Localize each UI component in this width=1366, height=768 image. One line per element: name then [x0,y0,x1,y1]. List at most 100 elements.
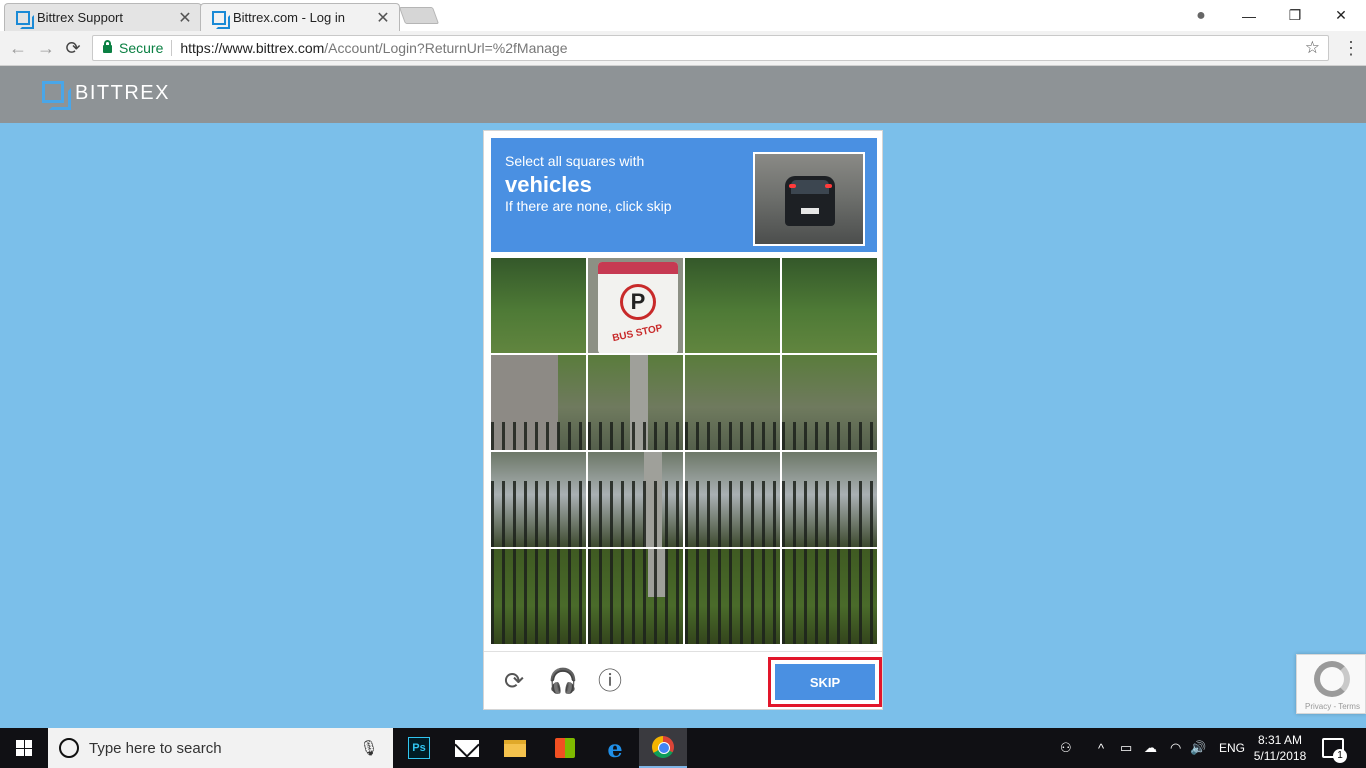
start-button[interactable] [0,728,48,768]
captcha-footer: ⟳ 🎧 ⓘ SKIP [484,651,882,709]
profile-icon[interactable]: ● [1178,0,1224,31]
recaptcha-badge[interactable]: Privacy - Terms [1296,654,1366,714]
captcha-tile-r3c2[interactable] [588,452,683,547]
people-icon[interactable]: ⚇ [1060,728,1072,768]
bittrex-favicon-icon [15,10,34,29]
fence [588,549,683,644]
sample-vehicle-image [753,152,865,246]
secure-label: Secure [119,40,164,56]
captcha-tile-r1c3[interactable] [685,258,780,353]
cortana-icon [59,738,79,758]
clock[interactable]: 8:31 AM 5/11/2018 [1248,732,1312,764]
reload-icon[interactable]: ⟳ [62,37,84,59]
photoshop-app[interactable]: Ps [395,728,443,768]
captcha-tile-r4c4[interactable] [782,549,877,644]
tab-bittrex-login[interactable]: Bittrex.com - Log in ✕ [200,3,400,31]
skip-button[interactable]: SKIP [775,664,875,700]
taskbar-search[interactable]: Type here to search 🎙 [48,728,393,768]
recaptcha-links[interactable]: Privacy - Terms [1305,702,1360,711]
captcha-hint: If there are none, click skip [505,198,672,214]
windows-logo-icon [16,740,32,756]
battery-icon[interactable]: ▭ [1120,728,1132,768]
captcha-tile-r1c4[interactable] [782,258,877,353]
store-icon [555,738,575,758]
captcha-tile-r4c1[interactable] [491,549,586,644]
captcha-tile-r2c3[interactable] [685,355,780,450]
captcha-tile-r2c1[interactable] [491,355,586,450]
microphone-icon[interactable]: 🎙 [357,739,381,757]
captcha-tile-r3c4[interactable] [782,452,877,547]
captcha-tile-r1c2[interactable]: P BUS STOP [588,258,683,353]
search-placeholder: Type here to search [89,739,222,757]
restore-button[interactable]: ❐ [1272,0,1318,31]
fence [588,421,683,450]
address-bar[interactable]: Secure https://www.bittrex.com/Account/L… [92,35,1329,61]
tab-bittrex-support[interactable]: Bittrex Support ✕ [4,3,202,31]
captcha-tile-r4c2[interactable] [588,549,683,644]
captcha-tile-r4c3[interactable] [685,549,780,644]
fence [685,480,780,547]
tray-chevron-icon[interactable]: ^ [1098,728,1104,768]
captcha-tile-r1c1[interactable] [491,258,586,353]
car-taillight [825,184,832,188]
forward-icon[interactable]: → [35,37,57,59]
tab-title: Bittrex.com - Log in [233,10,345,25]
bookmark-star-icon[interactable]: ☆ [1305,38,1320,58]
url-host: https://www.bittrex.com [180,40,325,56]
file-explorer-app[interactable] [491,728,539,768]
mail-icon [455,739,479,757]
edge-app[interactable]: e [591,728,639,768]
mail-app[interactable] [443,728,491,768]
chrome-app[interactable] [639,728,687,768]
logo-text: BITTREX [75,82,170,104]
folder-icon [504,739,526,757]
bittrex-logo[interactable]: BITTREX [42,81,170,110]
captcha-image-grid: P BUS STOP [491,258,877,644]
fence [782,480,877,547]
captcha-tile-r2c2[interactable] [588,355,683,450]
info-icon[interactable]: ⓘ [596,668,624,696]
recaptcha-logo-icon [1314,661,1350,697]
tab-title: Bittrex Support [37,10,123,25]
fence [685,421,780,450]
back-icon[interactable]: ← [7,37,29,59]
sign-header [598,262,678,274]
close-tab-icon[interactable]: ✕ [375,8,391,28]
photoshop-icon: Ps [408,737,430,759]
browser-toolbar: ← → ⟳ Secure https://www.bittrex.com/Acc… [0,31,1366,66]
captcha-header: Select all squares with vehicles If ther… [491,138,877,252]
lock-icon [103,40,112,53]
sign-text: BUS STOP [611,322,664,345]
fence [491,549,586,644]
audio-challenge-icon[interactable]: 🎧 [548,668,578,696]
url-path: /Account/Login?ReturnUrl=%2fManage [324,40,568,56]
onedrive-icon[interactable]: ☁ [1144,728,1157,768]
close-window-button[interactable]: ✕ [1318,0,1364,31]
taskbar: Type here to search 🎙 Ps e ⚇ ^ ▭ ☁ ◠ 🔊 E… [0,728,1366,768]
captcha-tile-r3c1[interactable] [491,452,586,547]
close-tab-icon[interactable]: ✕ [177,8,193,28]
captcha-instruction: Select all squares with [505,153,645,169]
captcha-tile-r2c4[interactable] [782,355,877,450]
captcha-tile-r3c3[interactable] [685,452,780,547]
fence [782,421,877,450]
skip-highlight: SKIP [768,657,882,707]
new-tab-button[interactable] [398,7,440,24]
language-indicator[interactable]: ENG [1219,728,1245,768]
volume-icon[interactable]: 🔊 [1190,728,1206,768]
edge-icon: e [607,733,623,763]
notification-badge: 1 [1333,749,1347,763]
browser-menu-icon[interactable]: ⋮ [1342,37,1360,59]
fence [491,421,586,450]
car-plate [801,208,819,214]
captcha-challenge: Select all squares with vehicles If ther… [483,130,883,710]
clock-date: 5/11/2018 [1253,749,1307,763]
store-app[interactable] [541,728,589,768]
reload-challenge-icon[interactable]: ⟳ [500,668,528,696]
fence [588,480,683,547]
wifi-icon[interactable]: ◠ [1170,728,1181,768]
site-header: BITTREX [0,66,1366,123]
car-taillight [789,184,796,188]
minimize-button[interactable]: — [1226,0,1272,31]
captcha-target: vehicles [505,172,592,197]
